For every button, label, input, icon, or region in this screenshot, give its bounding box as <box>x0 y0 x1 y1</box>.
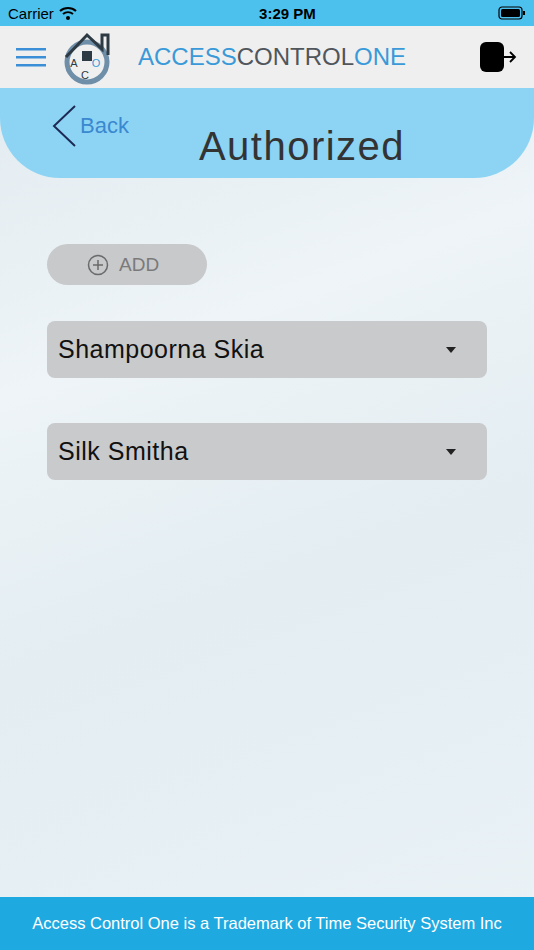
status-bar: Carrier 3:29 PM <box>0 0 534 26</box>
back-button[interactable]: Back <box>0 88 140 148</box>
plus-icon <box>87 254 109 276</box>
person-name: Silk Smitha <box>58 437 445 466</box>
people-list: Shampoorna Skia Silk Smitha <box>47 321 487 480</box>
person-name: Shampoorna Skia <box>58 335 445 364</box>
battery-icon <box>498 6 526 20</box>
logo-icon: A OC <box>60 29 116 85</box>
add-button[interactable]: ADD <box>47 244 207 285</box>
brand-part: CONTROL <box>237 43 354 71</box>
chevron-left-icon <box>50 104 78 148</box>
footer: Access Control One is a Trademark of Tim… <box>0 897 534 950</box>
back-label: Back <box>80 113 129 139</box>
person-dropdown[interactable]: Shampoorna Skia <box>47 321 487 378</box>
dropdown-arrow-icon <box>445 448 457 456</box>
brand-part: ACCESS <box>138 43 237 71</box>
wifi-icon <box>59 6 77 20</box>
dropdown-arrow-icon <box>445 346 457 354</box>
logo-letter: C <box>81 69 89 81</box>
logo-letter: A <box>70 57 78 69</box>
add-label: ADD <box>119 254 159 276</box>
person-dropdown[interactable]: Silk Smitha <box>47 423 487 480</box>
title-band: Back Authorized <box>0 88 534 178</box>
header: A OC ACCESSCONTROLONE <box>0 26 534 88</box>
page-title: Authorized <box>140 98 534 169</box>
brand-part: ONE <box>354 43 406 71</box>
carrier: Carrier <box>8 5 54 22</box>
clock: 3:29 PM <box>259 5 316 22</box>
logout-icon[interactable] <box>478 40 518 74</box>
content: ADD Shampoorna Skia Silk Smitha <box>0 178 534 897</box>
menu-icon[interactable] <box>16 46 46 68</box>
logo-letter: O <box>92 57 101 69</box>
brand-name: ACCESSCONTROLONE <box>138 43 464 71</box>
